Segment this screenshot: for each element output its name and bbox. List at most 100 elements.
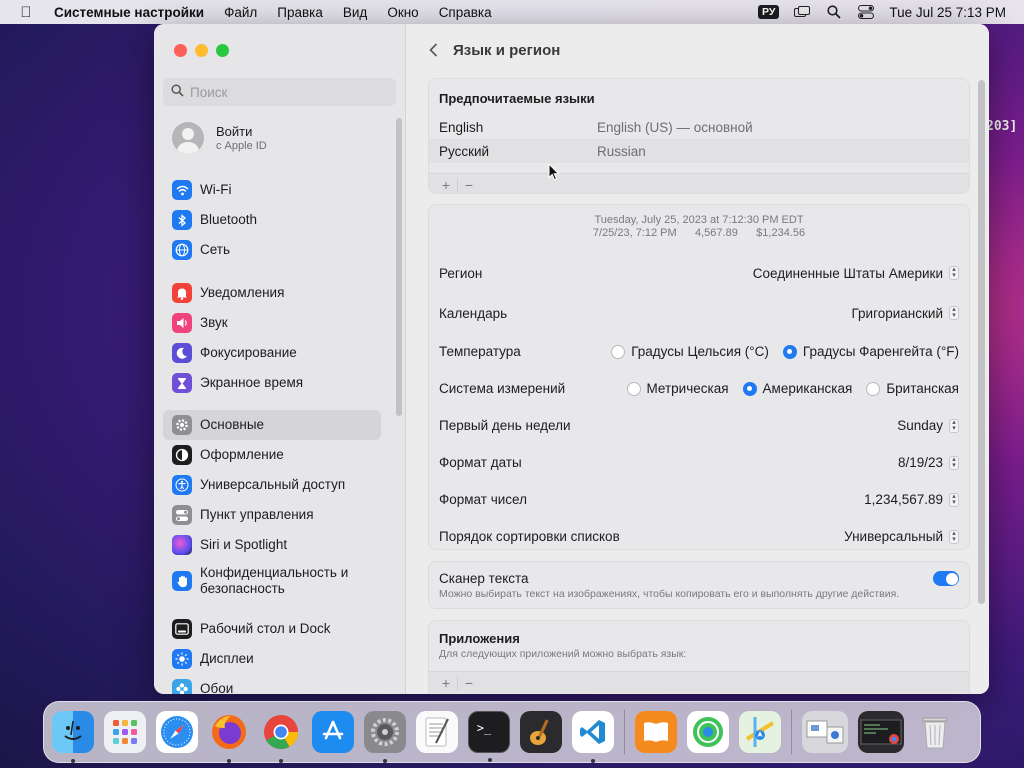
trash-icon[interactable] bbox=[914, 711, 956, 753]
sidebar-item-bluetooth[interactable]: Bluetooth bbox=[163, 205, 381, 235]
app-store-icon[interactable] bbox=[312, 711, 354, 753]
dock-icon bbox=[172, 619, 192, 639]
zoom-window-button[interactable] bbox=[216, 44, 229, 57]
date-format-value: 8/19/23 bbox=[897, 455, 943, 470]
sort-order-label: Порядок сортировки списков bbox=[439, 529, 620, 544]
region-value: Соединенные Штаты Америки bbox=[752, 265, 943, 281]
radio-circle bbox=[626, 381, 641, 396]
radio-us[interactable]: Американская bbox=[742, 381, 853, 396]
find-my-icon[interactable] bbox=[687, 711, 729, 753]
menu-clock[interactable]: Tue Jul 25 7:13 PM bbox=[889, 5, 1006, 20]
region-select[interactable]: Соединенные Штаты Америки ▴ ▾ bbox=[753, 266, 959, 281]
vscode-icon[interactable] bbox=[572, 711, 614, 763]
preview-window-icon[interactable] bbox=[802, 711, 848, 753]
sidebar-item-appearance[interactable]: Оформление bbox=[163, 440, 381, 470]
system-settings-icon[interactable] bbox=[364, 711, 406, 763]
main-pane: Язык и регион Предпочитаемые языки Engli… bbox=[407, 24, 989, 694]
sort-order-select[interactable]: Универсальный ▴ ▾ bbox=[844, 529, 959, 544]
books-icon[interactable] bbox=[635, 711, 677, 753]
radio-label: Американская bbox=[762, 381, 853, 396]
sidebar-item-privacy-security[interactable]: Конфиденциальность и безопасность bbox=[163, 560, 381, 602]
sidebar-item-wifi[interactable]: Wi-Fi bbox=[163, 175, 381, 205]
sidebar-item-network[interactable]: Сеть bbox=[163, 235, 381, 265]
sidebar-group-general: Основные Оформление Универсальный доступ… bbox=[163, 410, 381, 602]
chevron-updown-icon: ▴ ▾ bbox=[949, 529, 959, 544]
terminal-icon[interactable]: >_ bbox=[468, 711, 510, 762]
minimize-window-button[interactable] bbox=[195, 44, 208, 57]
garageband-icon[interactable] bbox=[520, 711, 562, 753]
first-day-value: Sunday bbox=[897, 418, 943, 433]
sidebar-item-label: Конфиденциальность и безопасность bbox=[200, 565, 349, 596]
finder-icon[interactable] bbox=[52, 711, 94, 763]
number-format-label: Формат чисел bbox=[439, 492, 527, 507]
sidebar-item-focus[interactable]: Фокусирование bbox=[163, 338, 381, 368]
add-language-button[interactable]: + bbox=[435, 177, 457, 193]
control-center-icon[interactable] bbox=[857, 5, 875, 19]
language-detail: Russian bbox=[597, 143, 646, 159]
remove-app-button[interactable]: − bbox=[458, 675, 480, 691]
sidebar-item-wallpaper[interactable]: Обои bbox=[163, 674, 381, 694]
terminal-window-icon[interactable] bbox=[858, 711, 904, 753]
sidebar-item-label: Сеть bbox=[200, 242, 231, 257]
live-text-description: Можно выбирать текст на изображениях, чт… bbox=[439, 588, 900, 600]
first-day-row: Первый день недели Sunday ▴ ▾ bbox=[429, 407, 969, 444]
sidebar-item-label: Уведомления bbox=[200, 285, 285, 300]
maps-icon[interactable] bbox=[739, 711, 781, 753]
date-format-select[interactable]: 8/19/23 ▴ ▾ bbox=[898, 455, 959, 470]
search-input[interactable] bbox=[190, 84, 380, 100]
spotlight-search-icon[interactable] bbox=[825, 5, 843, 19]
bell-icon bbox=[172, 283, 192, 303]
main-scrollbar[interactable] bbox=[978, 80, 985, 604]
menu-app-name[interactable]: Системные настройки bbox=[52, 5, 214, 20]
back-button[interactable] bbox=[425, 42, 441, 58]
preferred-languages-card: Предпочитаемые языки English English (US… bbox=[428, 78, 970, 194]
textedit-icon[interactable] bbox=[416, 711, 458, 753]
applications-description: Для следующих приложений можно выбрать я… bbox=[439, 648, 687, 660]
apple-menu-icon[interactable]:  bbox=[0, 4, 52, 21]
chevron-updown-icon: ▴ ▾ bbox=[949, 306, 959, 320]
firefox-icon[interactable] bbox=[208, 711, 250, 763]
live-text-toggle[interactable] bbox=[933, 571, 959, 586]
window-controls bbox=[174, 44, 229, 57]
radio-uk[interactable]: Британская bbox=[866, 381, 959, 396]
chevron-left-icon bbox=[428, 43, 437, 57]
launchpad-icon[interactable] bbox=[104, 711, 146, 753]
sidebar-item-desktop-dock[interactable]: Рабочий стол и Dock bbox=[163, 614, 381, 644]
sidebar-item-screen-time[interactable]: Экранное время bbox=[163, 368, 381, 398]
first-day-select[interactable]: Sunday ▴ ▾ bbox=[897, 418, 959, 433]
radio-fahrenheit[interactable]: Градусы Фаренгейта (°F) bbox=[782, 344, 959, 359]
sidebar-item-siri-spotlight[interactable]: Siri и Spotlight bbox=[163, 530, 381, 560]
sidebar-item-general[interactable]: Основные bbox=[163, 410, 381, 440]
menu-view[interactable]: Вид bbox=[333, 5, 377, 20]
language-row-russian[interactable]: Русский Russian bbox=[429, 139, 969, 163]
radio-metric[interactable]: Метрическая bbox=[626, 381, 729, 396]
sidebar-scrollbar[interactable] bbox=[396, 118, 402, 416]
safari-icon[interactable] bbox=[156, 711, 198, 753]
remove-language-button[interactable]: − bbox=[458, 177, 480, 193]
input-source-badge[interactable]: РУ bbox=[758, 5, 780, 19]
calendar-select[interactable]: Григорианский ▴ ▾ bbox=[852, 306, 959, 321]
sidebar-item-accessibility[interactable]: Универсальный доступ bbox=[163, 470, 381, 500]
menu-edit[interactable]: Правка bbox=[267, 5, 333, 20]
radio-celsius[interactable]: Градусы Цельсия (°C) bbox=[611, 344, 769, 359]
screen-mirroring-icon[interactable] bbox=[793, 5, 811, 19]
close-window-button[interactable] bbox=[174, 44, 187, 57]
language-row-english[interactable]: English English (US) — основной bbox=[429, 115, 969, 139]
add-app-button[interactable]: + bbox=[435, 675, 457, 691]
accessibility-icon bbox=[172, 475, 192, 495]
page-title: Язык и регион bbox=[453, 41, 561, 59]
apple-id-signin[interactable]: Войти с Apple ID bbox=[172, 122, 267, 154]
siri-icon bbox=[172, 535, 192, 555]
menu-help[interactable]: Справка bbox=[429, 5, 502, 20]
sidebar-item-notifications[interactable]: Уведомления bbox=[163, 278, 381, 308]
chrome-icon[interactable] bbox=[260, 711, 302, 763]
sidebar-item-label: Оформление bbox=[200, 447, 284, 462]
menu-file[interactable]: Файл bbox=[214, 5, 267, 20]
menu-window[interactable]: Окно bbox=[377, 5, 428, 20]
sun-icon bbox=[172, 649, 192, 669]
signin-title: Войти bbox=[216, 124, 253, 139]
sidebar-item-control-center[interactable]: Пункт управления bbox=[163, 500, 381, 530]
sidebar-item-displays[interactable]: Дисплеи bbox=[163, 644, 381, 674]
sidebar-item-sound[interactable]: Звук bbox=[163, 308, 381, 338]
number-format-select[interactable]: 1,234,567.89 ▴ ▾ bbox=[864, 492, 959, 507]
